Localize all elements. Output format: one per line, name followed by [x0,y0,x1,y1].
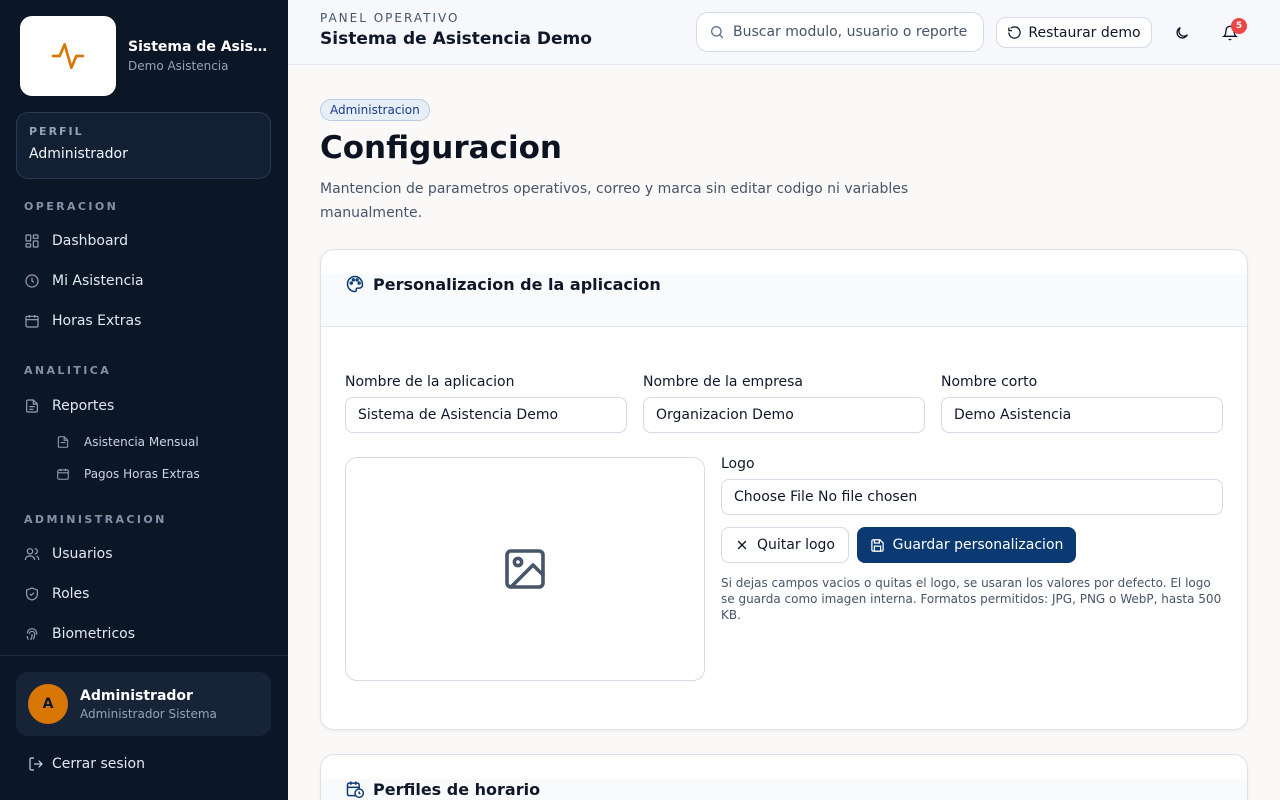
company-name-label: Nombre de la empresa [643,374,804,390]
logo-file-input[interactable]: Choose File No file chosen [721,479,1223,515]
remove-logo-button[interactable]: Quitar logo [721,527,849,563]
page-description: Mantencion de parametros operativos, cor… [320,181,909,221]
restore-demo-button[interactable]: Restaurar demo [996,17,1152,48]
activity-icon [51,43,85,69]
notifications-button[interactable]: 5 [1217,18,1247,46]
section-label-operacion: OPERACION [24,200,119,213]
clock-icon [25,274,39,288]
fingerprint-icon [26,628,38,641]
notifications-badge: 5 [1231,18,1247,34]
card-title-text: Personalizacion de la aplicacion [373,274,661,294]
search-icon [711,26,724,39]
breadcrumb-badge: Administracion [320,99,430,121]
brand-title: Sistema de Asistencia Demo [128,39,268,55]
save-personalization-label: Guardar personalizacion [892,537,1064,553]
calendar-clock-icon [346,781,365,799]
brand-logo [20,16,116,96]
palette-icon [346,275,364,293]
file-text-icon [57,436,69,448]
short-name-label: Nombre corto [941,374,1038,390]
sidebar-item-label: Biometricos [52,626,136,642]
card-title: Personalizacion de la aplicacion [345,274,661,294]
sidebar-item-label: Dashboard [52,233,128,249]
sidebar-item-biometricos[interactable]: Biometricos [24,622,135,646]
card-title-text: Perfiles de horario [373,779,541,799]
profile-label: PERFIL [29,125,84,138]
logout-icon [29,757,43,771]
short-name-input[interactable]: Demo Asistencia [941,397,1223,433]
search-box[interactable] [696,12,984,52]
profile-selector[interactable]: PERFIL Administrador [16,112,271,179]
users-icon [24,548,40,561]
sidebar-item-label: Reportes [52,398,115,414]
brand-subtitle: Demo Asistencia [128,59,229,73]
sidebar-item-label: Horas Extras [52,313,142,329]
section-label-administracion: ADMINISTRACION [24,513,167,526]
sidebar-divider [0,655,288,656]
logout-label: Cerrar sesion [52,756,145,772]
user-card[interactable]: A Administrador Administrador Sistema [16,672,271,736]
app-name-label: Nombre de la aplicacion [345,374,515,390]
moon-icon [1176,27,1188,39]
personalization-card: Personalizacion de la aplicacion Nombre … [320,249,1248,730]
calendar-clock-icon [25,315,39,328]
schedule-profiles-card: Perfiles de horario [320,754,1248,800]
rotate-ccw-icon [1008,26,1022,39]
sidebar-item-label: Mi Asistencia [52,273,144,289]
dashboard-icon [25,234,39,248]
app-name-input[interactable]: Sistema de Asistencia Demo [345,397,627,433]
sidebar-item-mi-asistencia[interactable]: Mi Asistencia [24,269,144,293]
search-input[interactable] [733,24,973,40]
section-label-analitica: ANALITICA [24,364,112,377]
image-icon [505,549,545,589]
profile-value: Administrador [29,146,128,162]
theme-toggle-button[interactable] [1169,20,1195,46]
sidebar-item-usuarios[interactable]: Usuarios [24,542,113,566]
company-name-input[interactable]: Organizacion Demo [643,397,925,433]
user-name: Administrador [80,687,193,704]
save-icon [870,538,884,552]
card-header: Perfiles de horario [321,779,1247,800]
avatar: A [28,684,68,724]
page-title: Configuracion [320,130,562,166]
restore-demo-label: Restaurar demo [1028,24,1141,41]
card-header: Personalizacion de la aplicacion [321,274,1247,327]
brand[interactable]: Sistema de Asistencia Demo Demo Asistenc… [20,16,268,96]
sidebar-subitem-label: Pagos Horas Extras [84,467,200,481]
file-text-icon [26,399,38,413]
remove-logo-label: Quitar logo [757,537,835,553]
sidebar-item-label: Roles [52,586,90,602]
sidebar-subitem-asistencia-mensual[interactable]: Asistencia Mensual [56,432,199,452]
sidebar-subitem-pagos-horas-extras[interactable]: Pagos Horas Extras [56,464,200,484]
sidebar-subitem-label: Asistencia Mensual [84,435,199,449]
calendar-icon [57,468,69,480]
logo-preview [345,457,705,681]
top-header: PANEL OPERATIVO Sistema de Asistencia De… [288,0,1280,65]
shield-check-icon [26,587,38,601]
header-kicker: PANEL OPERATIVO [320,11,460,25]
sidebar-item-label: Usuarios [52,546,113,562]
sidebar-item-roles[interactable]: Roles [24,582,89,606]
logo-help-text: Si dejas campos vacios o quitas el logo,… [721,576,1222,622]
sidebar: Sistema de Asistencia Demo Demo Asistenc… [0,0,288,800]
logout-button[interactable]: Cerrar sesion [28,756,145,772]
card-title: Perfiles de horario [345,779,540,799]
sidebar-item-dashboard[interactable]: Dashboard [24,229,128,253]
save-personalization-button[interactable]: Guardar personalizacion [857,527,1076,563]
logo-label: Logo [721,456,755,472]
header-title: Sistema de Asistencia Demo [320,29,592,49]
close-icon [737,540,747,550]
sidebar-item-horas-extras[interactable]: Horas Extras [24,309,141,333]
sidebar-item-reportes[interactable]: Reportes [24,394,114,418]
user-role: Administrador Sistema [80,706,217,721]
